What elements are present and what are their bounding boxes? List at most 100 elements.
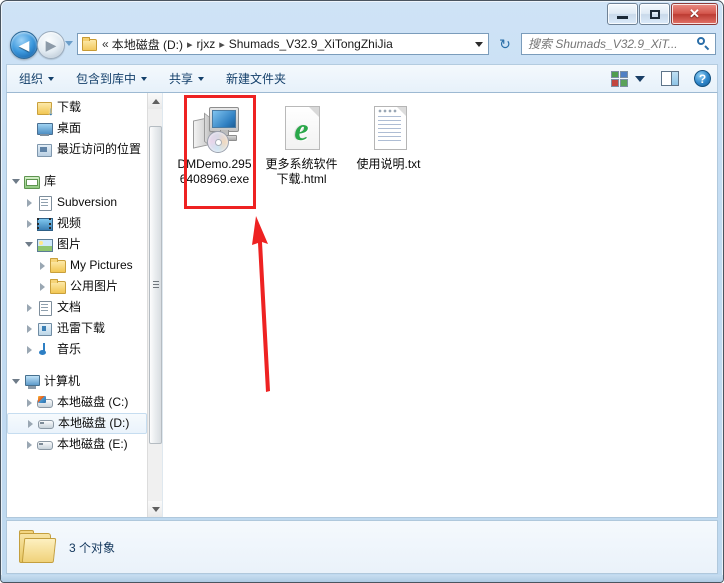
refresh-button[interactable]: ↻	[493, 33, 517, 55]
text-document-icon	[364, 105, 414, 153]
view-tile-3	[611, 79, 619, 87]
change-view-icon[interactable]	[611, 70, 628, 87]
chevron-down-icon[interactable]	[475, 41, 483, 47]
toolbar-organize-button[interactable]: 组织	[9, 67, 64, 90]
tree-expand-closed-icon[interactable]	[22, 324, 36, 333]
sidebar-item-8[interactable]: 公用图片	[7, 276, 147, 297]
toolbar-item-label: 组织	[19, 72, 44, 86]
file-item-txt[interactable]: 使用说明.txt	[347, 101, 430, 187]
search-icon[interactable]	[697, 37, 711, 51]
toolbar-share-button[interactable]: 共享	[159, 67, 214, 90]
maximize-button[interactable]	[639, 3, 670, 25]
recent-places-icon	[36, 142, 53, 157]
chevron-down-icon	[12, 179, 20, 184]
sidebar-item-label: 公用图片	[70, 279, 119, 293]
tree-expand-closed-icon[interactable]	[22, 440, 36, 449]
sidebar-item-6[interactable]: 图片	[7, 234, 147, 255]
command-toolbar: 组织 包含到库中 共享 新建文件夹 ?	[6, 64, 718, 93]
sidebar-item-5[interactable]: 视频	[7, 213, 147, 234]
breadcrumb-overflow[interactable]: «	[100, 35, 110, 53]
scroll-up-button[interactable]	[148, 93, 162, 109]
sidebar-item-4[interactable]: Subversion	[7, 192, 147, 213]
file-item-exe[interactable]: DMDemo.2956408969.exe	[173, 101, 256, 187]
scrollbar-thumb[interactable]	[149, 126, 162, 444]
recent-locations-dropdown-icon[interactable]	[65, 41, 73, 46]
file-name-label: 更多系统软件下载.html	[265, 157, 338, 186]
forward-button[interactable]: ▶	[37, 31, 65, 59]
breadcrumb-item-drive[interactable]: 本地磁盘 (D:)	[110, 34, 185, 55]
view-tile-1	[611, 70, 619, 78]
help-icon[interactable]: ?	[694, 70, 711, 87]
txt-holes-shape	[377, 109, 398, 113]
file-name-label: 使用说明.txt	[356, 157, 421, 171]
scrollbar-grip-icon	[153, 281, 159, 289]
file-items-container: DMDemo.2956408969.exe e 更多系统软件下载.html 使用…	[171, 99, 717, 193]
toolbar-new-folder-button[interactable]: 新建文件夹	[216, 67, 296, 90]
sidebar-item-7[interactable]: My Pictures	[7, 255, 147, 276]
tree-expand-closed-icon[interactable]	[22, 345, 36, 354]
address-bar[interactable]: « 本地磁盘 (D:) ▸ rjxz ▸ Shumads_V32.9_XiTon…	[77, 33, 489, 55]
sidebar-item-3[interactable]: 库	[7, 171, 147, 192]
breadcrumb-item-current[interactable]: Shumads_V32.9_XiTongZhiJia	[227, 35, 395, 53]
sidebar-item-1[interactable]: 桌面	[7, 118, 147, 139]
close-button[interactable]: ✕	[671, 3, 718, 25]
sidebar-item-9[interactable]: 文档	[7, 297, 147, 318]
sidebar-item-label: 图片	[57, 237, 82, 251]
tree-expand-closed-icon[interactable]	[22, 198, 36, 207]
sidebar-item-2[interactable]: 最近访问的位置	[7, 139, 147, 160]
sidebar-item-12[interactable]: 计算机	[7, 371, 147, 392]
sidebar-item-label: 桌面	[57, 121, 82, 135]
view-options-chevron-down-icon[interactable]	[635, 75, 645, 82]
preview-pane-icon[interactable]	[661, 71, 679, 86]
search-box[interactable]	[521, 33, 716, 55]
sidebar-item-13[interactable]: 本地磁盘 (C:)	[7, 392, 147, 413]
file-name-label: DMDemo.2956408969.exe	[177, 157, 252, 186]
chevron-right-icon	[26, 440, 32, 449]
breadcrumb-separator[interactable]: ▸	[185, 36, 195, 53]
scroll-down-button[interactable]	[148, 501, 162, 517]
tree-expand-closed-icon[interactable]	[22, 398, 36, 407]
sidebar-item-10[interactable]: 迅雷下载	[7, 318, 147, 339]
tree-group-spacer	[7, 360, 147, 371]
computer-icon	[23, 374, 40, 389]
tree-expand-closed-icon[interactable]	[35, 261, 49, 270]
chevron-down-icon	[141, 76, 148, 81]
video-icon	[36, 216, 53, 231]
chevron-right-icon	[39, 282, 45, 291]
folder-icon	[49, 279, 66, 294]
tree-expand-open-icon[interactable]	[9, 379, 23, 384]
chevron-right-icon	[26, 324, 32, 333]
sidebar-item-15[interactable]: 本地磁盘 (E:)	[7, 434, 147, 455]
minimize-button[interactable]	[607, 3, 638, 25]
sidebar-item-label: 本地磁盘 (D:)	[58, 416, 130, 430]
breadcrumb-separator[interactable]: ▸	[217, 36, 227, 53]
tree-expand-closed-icon[interactable]	[22, 303, 36, 312]
view-tile-2	[620, 70, 628, 78]
chevron-up-icon	[151, 98, 160, 104]
tree-expand-closed-icon[interactable]	[23, 419, 37, 428]
toolbar-include-in-library-button[interactable]: 包含到库中	[66, 67, 157, 90]
breadcrumb-item-rjxz[interactable]: rjxz	[195, 35, 218, 53]
status-item-count: 3 个对象	[69, 540, 116, 555]
page-fold-icon	[396, 107, 406, 116]
chevron-right-icon	[39, 261, 45, 270]
navigation-tree: 下载桌面最近访问的位置库Subversion 视频图片 My Pictures 公用图…	[7, 93, 147, 517]
sidebar-item-11[interactable]: 音乐	[7, 339, 147, 360]
chevron-down-icon	[12, 379, 20, 384]
file-list-pane[interactable]: DMDemo.2956408969.exe e 更多系统软件下载.html 使用…	[163, 93, 717, 517]
sidebar-item-0[interactable]: 下载	[7, 97, 147, 118]
file-item-html[interactable]: e 更多系统软件下载.html	[260, 101, 343, 187]
tree-expand-open-icon[interactable]	[9, 179, 23, 184]
tree-expand-open-icon[interactable]	[22, 242, 36, 247]
document-icon	[36, 195, 53, 211]
download-icon	[36, 100, 54, 117]
navigation-bar: ◀ ▶ « 本地磁盘 (D:) ▸ rjxz ▸ Shumads_V32.9_X…	[1, 28, 723, 62]
tree-expand-closed-icon[interactable]	[22, 219, 36, 228]
search-input[interactable]	[526, 36, 695, 52]
sidebar-item-label: My Pictures	[70, 258, 133, 272]
desktop-icon	[36, 121, 53, 136]
tree-expand-closed-icon[interactable]	[35, 282, 49, 291]
back-button[interactable]: ◀	[10, 31, 38, 59]
sidebar-item-14[interactable]: 本地磁盘 (D:)	[7, 413, 147, 434]
navigation-pane-scrollbar[interactable]	[147, 93, 162, 517]
